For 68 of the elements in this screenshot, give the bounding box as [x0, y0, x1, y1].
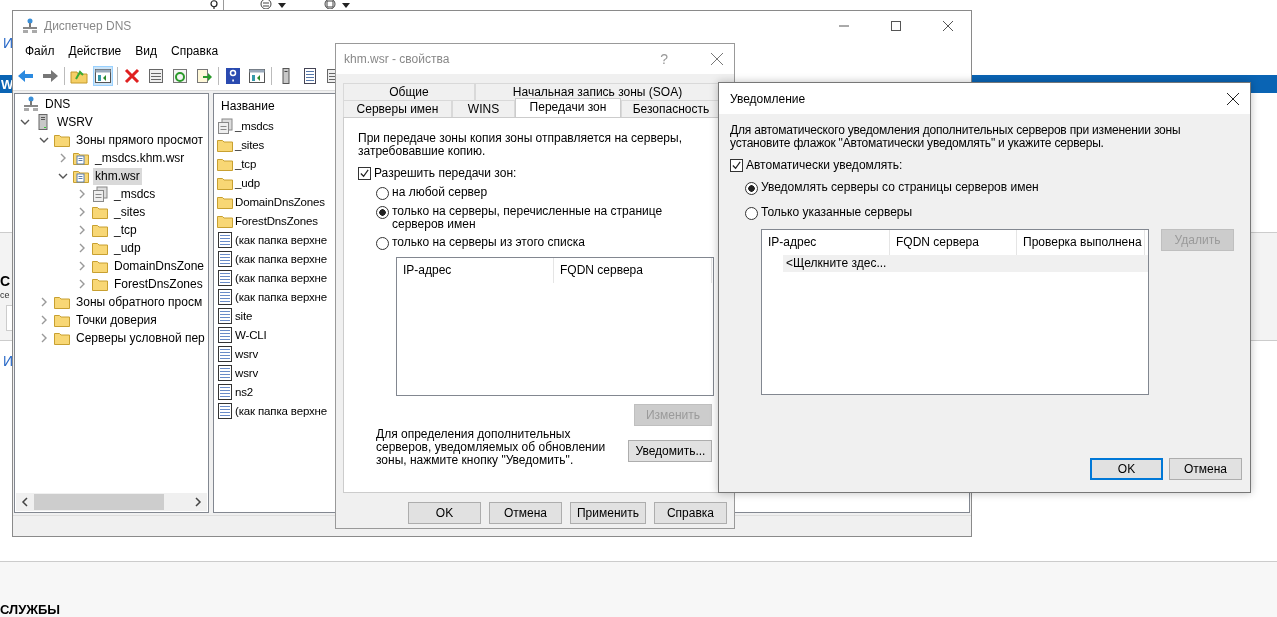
- tab[interactable]: WINS: [452, 100, 515, 117]
- tree-item[interactable]: _sites: [112, 203, 148, 221]
- description: Для автоматического уведомления дополнительных серверов при изменении зоны установите флажок "Автоматически уведомлять" и укажите серверы.: [730, 124, 1182, 150]
- radio-label: на любой сервер: [392, 186, 489, 199]
- notify-button[interactable]: Уведомить...: [628, 440, 712, 462]
- section-heading: СЛУЖБЫ: [0, 602, 61, 617]
- window-title: Диспетчер DNS: [44, 18, 132, 33]
- tab[interactable]: Передачи зон: [515, 98, 621, 117]
- dialog-button[interactable]: Применить: [570, 502, 646, 524]
- radio-label: только на серверы, перечисленные на странице серверов имен: [392, 205, 664, 231]
- list-item[interactable]: _msdcs: [235, 119, 274, 132]
- list-item[interactable]: (как папка верхне: [235, 271, 328, 284]
- tree-item[interactable]: DNS: [43, 95, 73, 113]
- dialog-button[interactable]: Справка: [654, 502, 727, 524]
- tree-item[interactable]: khm.wsr: [93, 167, 142, 185]
- tab[interactable]: Безопасность: [621, 100, 721, 117]
- tree-item[interactable]: _tcp: [112, 221, 139, 239]
- dialog-title: Уведомление: [730, 91, 806, 106]
- dialog-button[interactable]: Отмена: [489, 502, 562, 524]
- tree-item[interactable]: _msdcs: [112, 185, 158, 203]
- tree-item[interactable]: Зоны прямого просмот: [74, 131, 206, 149]
- list-item[interactable]: W-CLI: [235, 328, 267, 341]
- link[interactable]: И: [3, 34, 14, 51]
- column-header[interactable]: FQDN сервера: [554, 258, 712, 283]
- table-row[interactable]: <Щелкните здес...: [783, 255, 1148, 272]
- tree-item[interactable]: WSRV: [55, 113, 95, 131]
- menu-item[interactable]: Файл: [18, 42, 62, 60]
- tab[interactable]: Серверы имен: [343, 100, 452, 117]
- checkbox-label: Разрешить передачи зон:: [374, 166, 517, 180]
- tree-item[interactable]: Серверы условной пер: [74, 329, 207, 347]
- tree-item[interactable]: ForestDnsZones: [112, 275, 205, 293]
- list-item[interactable]: (как папка верхне: [235, 233, 328, 246]
- menu-item[interactable]: Действие: [61, 42, 129, 60]
- note: Для определения дополнительных серверов, уведомляемых об обновлении зоны, нажмите кнопку "Уведомить".: [376, 428, 607, 467]
- list-item[interactable]: (как папка верхне: [235, 252, 328, 265]
- list-item[interactable]: site: [235, 309, 253, 322]
- checkbox-label: Автоматически уведомлять:: [746, 158, 903, 172]
- radio-label: Уведомлять серверы со страницы серверов имен: [761, 181, 1039, 194]
- tree-item[interactable]: Точки доверия: [74, 311, 159, 329]
- tree-item[interactable]: Зоны обратного просм: [74, 293, 205, 311]
- menu-item[interactable]: Справка: [164, 42, 226, 60]
- list-item[interactable]: wsrv: [235, 366, 259, 379]
- list-item[interactable]: DomainDnsZones: [235, 195, 325, 208]
- list-item[interactable]: ForestDnsZones: [235, 214, 318, 227]
- dialog-title: khm.wsr - свойства: [344, 52, 450, 66]
- dialog-button[interactable]: OK: [408, 502, 481, 524]
- menu-item[interactable]: Вид: [128, 42, 164, 60]
- list-item[interactable]: _tcp: [235, 157, 257, 170]
- tab[interactable]: Общие: [343, 83, 475, 100]
- list-item[interactable]: _sites: [235, 138, 265, 151]
- tree-item[interactable]: _msdcs.khm.wsr: [93, 149, 187, 167]
- subtitle: се: [0, 289, 10, 301]
- tree-item[interactable]: DomainDnsZone: [112, 257, 207, 275]
- list-item[interactable]: (как папка верхне: [235, 404, 328, 417]
- heading: С: [0, 273, 11, 289]
- dialog-button[interactable]: Отмена: [1169, 458, 1242, 480]
- radio-label: только на серверы из этого списка: [392, 236, 586, 249]
- dialog-button[interactable]: OK: [1090, 458, 1163, 480]
- list-item[interactable]: wsrv: [235, 347, 259, 360]
- link[interactable]: И: [3, 353, 14, 369]
- description: При передаче зоны копия зоны отправляется на серверы, затребовавшие копию.: [358, 132, 683, 158]
- radio-label: Только указанные серверы: [761, 206, 913, 219]
- list-item[interactable]: (как папка верхне: [235, 290, 328, 303]
- list-item[interactable]: _udp: [235, 176, 260, 189]
- list-item[interactable]: ns2: [235, 385, 254, 398]
- tree-item[interactable]: _udp: [112, 239, 143, 257]
- column-header[interactable]: IP-адрес: [397, 258, 554, 283]
- tab[interactable]: Начальная запись зоны (SOA): [475, 83, 720, 100]
